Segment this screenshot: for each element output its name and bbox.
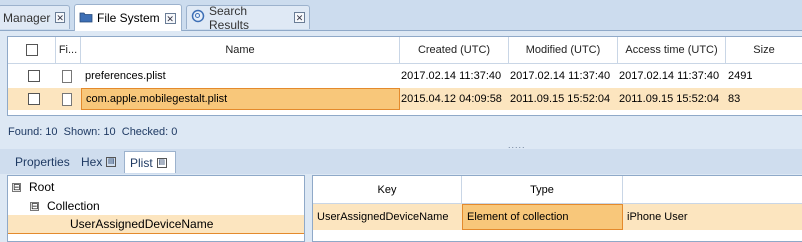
column-header-type[interactable]: Type	[462, 176, 623, 204]
tab-properties-label: Properties	[15, 155, 70, 169]
status-bar-text: Found: 10 Shown: 10 Checked: 0	[8, 126, 178, 138]
tree-node-selected[interactable]: UserAssignedDeviceName	[8, 215, 304, 234]
row-checkbox[interactable]	[28, 93, 40, 105]
tree-node-collection[interactable]: ⊟ Collection	[30, 199, 100, 213]
close-icon[interactable]: ✕	[55, 12, 65, 23]
tab-properties[interactable]: Properties	[10, 151, 75, 173]
detail-tab-bar: Properties Hex ▤ Plist ▤	[0, 149, 802, 174]
table-row[interactable]: preferences.plist 2017.02.14 11:37:40 20…	[8, 65, 802, 87]
created-time: 2017.02.14 11:37:40	[401, 70, 502, 82]
select-all-checkbox[interactable]	[25, 44, 38, 56]
file-icon	[62, 69, 72, 83]
plist-key-table: Key Type UserAssignedDeviceName Element …	[312, 175, 802, 242]
access-time: 2017.02.14 11:37:40	[619, 70, 720, 82]
column-header-key[interactable]: Key	[313, 176, 462, 204]
modified-time: 2011.09.15 15:52:04	[510, 93, 611, 105]
column-header-modified[interactable]: Modified (UTC)	[509, 37, 618, 64]
tab-hex[interactable]: Hex ▤	[76, 151, 121, 173]
tree-node-label: Collection	[47, 199, 100, 213]
key-cell: UserAssignedDeviceName	[317, 211, 449, 223]
collapse-icon[interactable]: ⊟	[12, 182, 21, 192]
table-row-selected[interactable]: com.apple.mobilegestalt.plist 2015.04.12…	[8, 88, 802, 110]
tree-node-label: UserAssignedDeviceName	[70, 217, 214, 231]
close-icon[interactable]: ✕	[164, 12, 176, 24]
close-icon[interactable]: ✕	[294, 12, 305, 23]
column-header-check[interactable]	[8, 37, 56, 64]
tab-plist-label: Plist	[130, 155, 153, 170]
tab-manager[interactable]: Manager ✕	[0, 5, 70, 29]
search-icon	[191, 9, 205, 26]
column-header-name[interactable]: Name	[81, 37, 400, 64]
column-header-file-icon[interactable]: Fi...	[56, 37, 81, 64]
tree-node-root[interactable]: ⊟ Root	[12, 180, 54, 194]
column-header-size[interactable]: Size	[726, 37, 802, 64]
tab-plist[interactable]: Plist ▤	[124, 151, 176, 173]
file-icon	[62, 92, 72, 106]
tab-file-system[interactable]: File System ✕	[74, 4, 182, 31]
tab-hex-label: Hex	[81, 155, 103, 169]
created-time: 2015.04.12 04:09:58	[401, 93, 502, 105]
tab-manager-label: Manager	[3, 10, 51, 25]
table-row-selected[interactable]: UserAssignedDeviceName Element of collec…	[313, 204, 802, 230]
file-grid: Fi... Name Created (UTC) Modified (UTC) …	[7, 36, 802, 116]
column-header-created[interactable]: Created (UTC)	[400, 37, 509, 64]
tree-node-label: Root	[29, 180, 55, 194]
type-cell: Element of collection	[462, 204, 623, 230]
pin-icon[interactable]: ▤	[156, 157, 167, 168]
tab-search-results-label: Search Results	[209, 3, 250, 32]
file-size: 83	[728, 93, 741, 105]
document-tab-bar: Manager ✕ File System ✕ Search Results ✕	[0, 0, 802, 32]
collapse-icon[interactable]: ⊟	[30, 201, 39, 211]
file-name: preferences.plist	[85, 70, 166, 82]
tab-search-results[interactable]: Search Results ✕	[186, 3, 310, 32]
value-cell: iPhone User	[627, 211, 688, 223]
row-checkbox[interactable]	[28, 70, 40, 82]
file-size: 2491	[728, 70, 753, 82]
access-time: 2011.09.15 15:52:04	[619, 93, 720, 105]
column-header-access-time[interactable]: Access time (UTC)	[618, 37, 726, 64]
plist-tree: ⊟ Root ⊟ Collection UserAssignedDeviceNa…	[7, 175, 305, 242]
modified-time: 2017.02.14 11:37:40	[510, 70, 611, 82]
pin-icon[interactable]: ▤	[106, 157, 117, 167]
tab-file-system-label: File System	[97, 11, 160, 25]
file-name: com.apple.mobilegestalt.plist	[81, 88, 400, 110]
folder-icon	[79, 11, 93, 26]
column-header-value[interactable]	[623, 176, 802, 204]
